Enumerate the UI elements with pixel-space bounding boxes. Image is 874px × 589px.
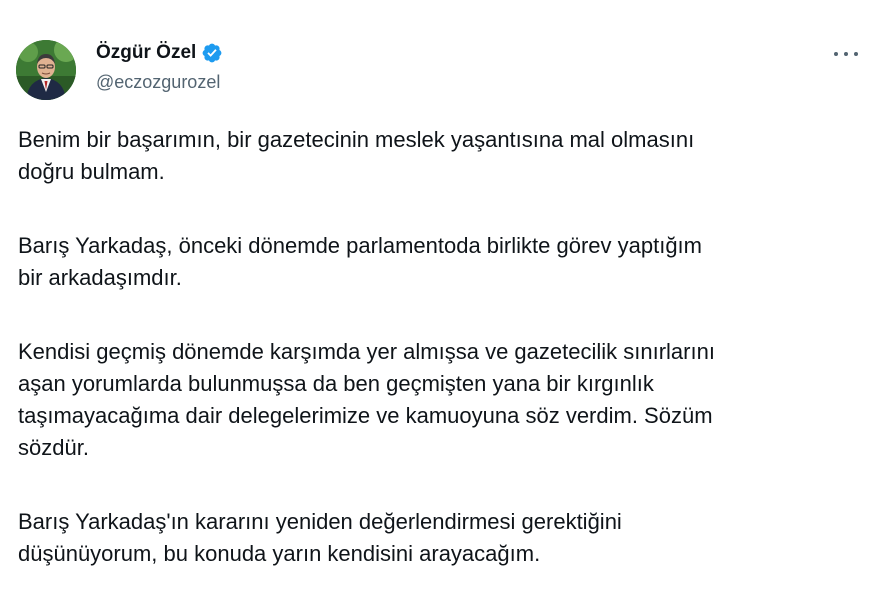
tweet-paragraph: Kendisi geçmiş dönemde karşımda yer almı…	[18, 339, 715, 460]
verified-badge-icon	[201, 42, 223, 64]
tweet-paragraph: Barış Yarkadaş'ın kararını yeniden değer…	[18, 509, 622, 566]
tweet-paragraph: Barış Yarkadaş, önceki dönemde parlament…	[18, 233, 702, 290]
name-row: Özgür Özel	[96, 40, 223, 66]
author-names: Özgür Özel @eczozgurozel	[96, 40, 223, 93]
avatar[interactable]	[16, 40, 76, 100]
tweet-text: Benim bir başarımın, bir gazetecinin mes…	[18, 124, 858, 589]
user-handle[interactable]: @eczozgurozel	[96, 72, 223, 93]
dot	[834, 52, 838, 56]
tweet-card: Özgür Özel @eczozgurozel Benim bir başar…	[0, 0, 874, 589]
tweet-header: Özgür Özel @eczozgurozel	[16, 38, 858, 102]
dot	[854, 52, 858, 56]
tweet-paragraph: Benim bir başarımın, bir gazetecinin mes…	[18, 127, 695, 184]
dot	[844, 52, 848, 56]
more-options-icon[interactable]	[834, 44, 858, 64]
display-name[interactable]: Özgür Özel	[96, 42, 196, 64]
avatar-image	[16, 40, 76, 100]
